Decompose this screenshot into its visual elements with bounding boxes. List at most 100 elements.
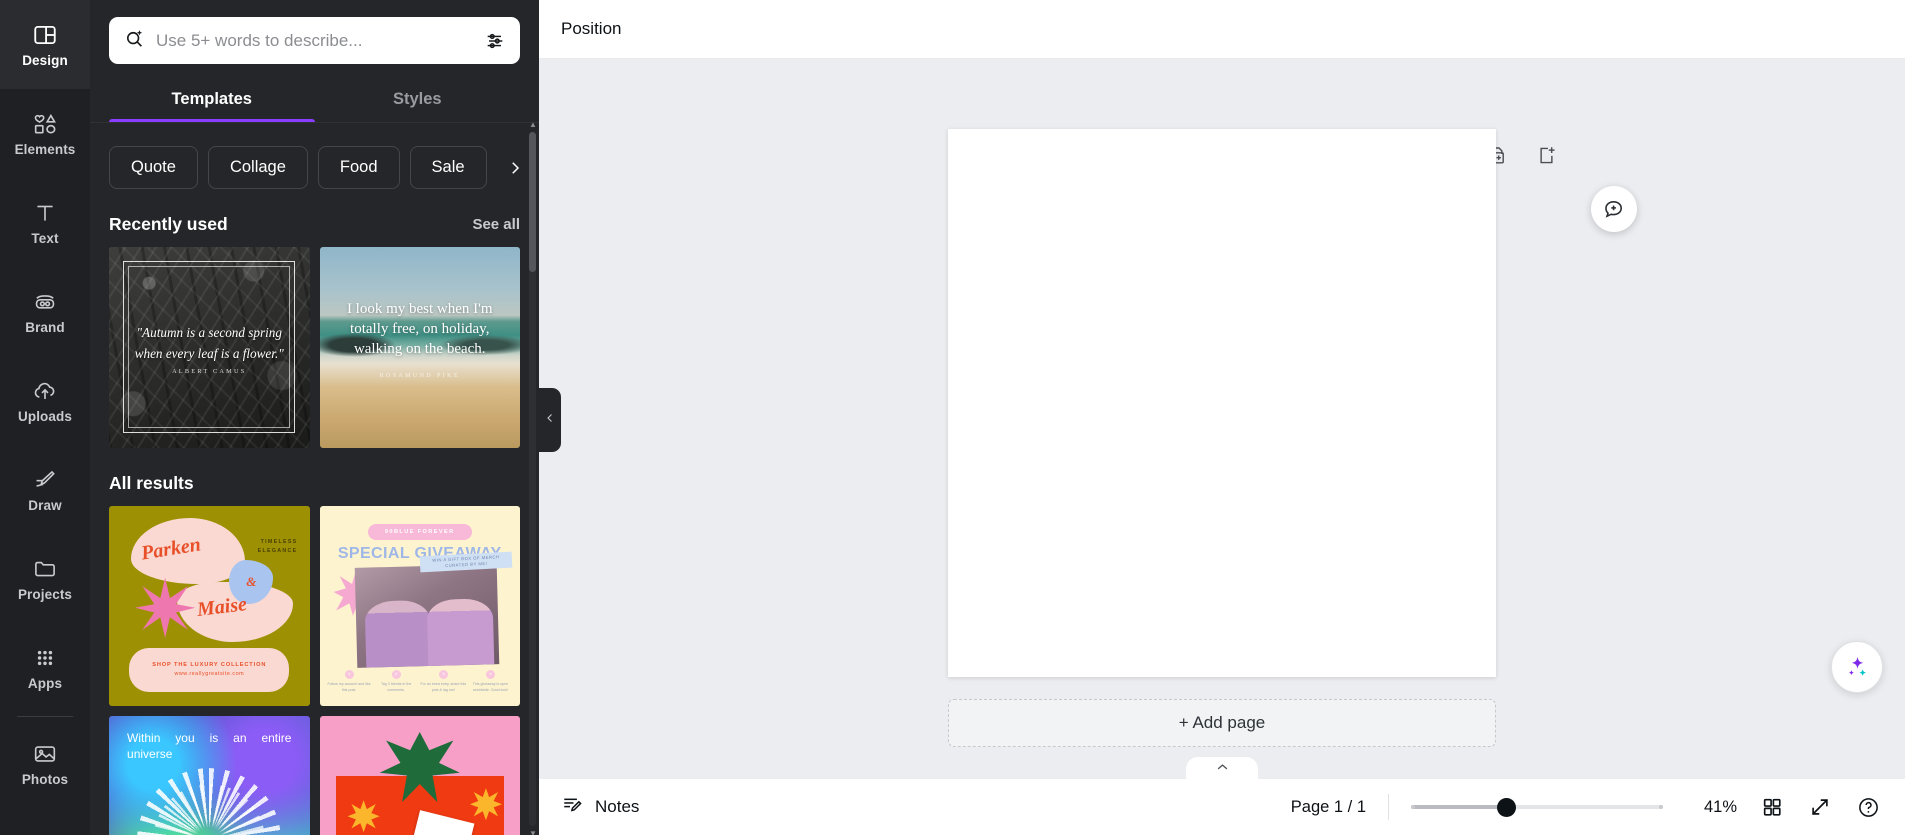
grid-apps-icon [32, 645, 58, 671]
sidebar-item-text[interactable]: Text [0, 178, 90, 267]
person-left [363, 599, 431, 668]
sidebar-item-draw[interactable]: Draw [0, 445, 90, 534]
sidebar-label-photos: Photos [21, 771, 69, 787]
magic-sparkle-icon[interactable] [1831, 641, 1883, 693]
sun-burst-shape [347, 800, 380, 833]
universe-quote-text: Within you is an entire universe [127, 731, 292, 762]
magic-search-icon [123, 27, 146, 55]
chip-sale[interactable]: Sale [409, 146, 487, 189]
help-circle-icon[interactable] [1855, 794, 1881, 820]
search-box[interactable] [109, 17, 520, 64]
add-page-button[interactable]: + Add page [948, 699, 1496, 747]
left-rail: Design Elements Text Brand Uploads Draw … [0, 0, 90, 835]
giveaway-photo [354, 563, 500, 668]
universe-quote-template[interactable]: Within you is an entire universe [109, 716, 310, 835]
all-results-header: All results [109, 473, 520, 494]
page-tools [1485, 144, 1559, 168]
notes-collapse-handle[interactable] [1186, 757, 1258, 779]
panel-scroll-region: Quote Collage Food Sale Recently used Se… [90, 129, 539, 835]
autumn-quote-template[interactable]: "Autumn is a second spring when every le… [109, 247, 310, 448]
step-text: Tag 3 friends in the comments. [381, 681, 412, 693]
notes-pencil-icon [561, 793, 584, 821]
add-page-label: + Add page [1178, 713, 1266, 732]
notes-button[interactable]: Notes [561, 793, 639, 821]
brand-tagline: TIMELESS ELEGANCE [257, 538, 298, 554]
fullscreen-icon[interactable] [1807, 794, 1833, 820]
editor-bottombar: Notes Page 1 / 1 41% [539, 779, 1905, 835]
brand-footer-line2: www.reallygreatsite.com [174, 671, 245, 678]
zoom-value[interactable]: 41% [1685, 798, 1737, 817]
sidebar-label-projects: Projects [17, 586, 73, 602]
see-all-link[interactable]: See all [472, 216, 520, 233]
draw-icon [32, 467, 58, 493]
editor-area: Position + Add page Notes Page 1 / 1 41% [539, 0, 1905, 835]
sidebar-item-uploads[interactable]: Uploads [0, 356, 90, 445]
chip-collage[interactable]: Collage [207, 146, 308, 189]
rail-divider [17, 716, 73, 717]
all-results-title: All results [109, 472, 194, 493]
zoom-max-dot [1659, 805, 1663, 809]
sidebar-label-draw: Draw [28, 497, 62, 513]
canva-editor-app: Design Elements Text Brand Uploads Draw … [0, 0, 1905, 835]
sidebar-item-elements[interactable]: Elements [0, 89, 90, 178]
position-label[interactable]: Position [561, 19, 621, 39]
chip-quote[interactable]: Quote [109, 146, 198, 189]
sidebar-item-design[interactable]: Design [0, 0, 90, 89]
beach-quote-template[interactable]: I look my best when I'm totally free, on… [319, 247, 520, 448]
sidebar-label-apps: Apps [27, 675, 63, 691]
sidebar-item-apps[interactable]: Apps [0, 623, 90, 712]
comment-add-icon[interactable] [1591, 186, 1637, 232]
step-number: 2 [391, 669, 401, 679]
step-text: This giveaway is open worldwide. Good lu… [472, 681, 509, 693]
panel-scrollbar-thumb[interactable] [529, 132, 536, 272]
panel-scrollbar[interactable]: ▲ ▼ [529, 120, 537, 835]
step-text: For an extra entry, share this post & ta… [420, 681, 467, 693]
chevron-right-icon[interactable] [497, 146, 533, 189]
grid-view-icon[interactable] [1759, 794, 1785, 820]
upload-icon [32, 378, 58, 404]
parken-maise-template[interactable]: Parken & Maise TIMELESS ELEGANCE SHOP TH… [109, 505, 310, 706]
sidebar-label-design: Design [22, 52, 68, 68]
gift-box-template[interactable]: Hi, A gift for you, just for you! [319, 716, 520, 835]
person-right [426, 598, 494, 666]
search-input[interactable] [156, 17, 470, 64]
sidebar-label-elements: Elements [14, 141, 76, 157]
chip-food[interactable]: Food [317, 146, 400, 189]
notes-label: Notes [595, 797, 640, 816]
bottombar-right: Page 1 / 1 41% [1291, 794, 1881, 820]
chip-quote-label: Quote [131, 158, 176, 176]
beach-quote-text: I look my best when I'm totally free, on… [346, 301, 493, 358]
sidebar-item-projects[interactable]: Projects [0, 534, 90, 623]
panel-tabs: Templates Styles [90, 77, 539, 122]
special-giveaway-template[interactable]: 90BLUE FOREVER SPECIAL GIVEAWAY WIN A GI… [319, 505, 520, 706]
zoom-knob[interactable] [1496, 797, 1516, 817]
scroll-up-icon[interactable]: ▲ [529, 120, 537, 129]
text-icon [32, 200, 58, 226]
bottombar-divider [1388, 794, 1389, 820]
search-area [90, 0, 539, 64]
tab-templates[interactable]: Templates [109, 77, 315, 122]
tab-styles[interactable]: Styles [315, 77, 521, 122]
sidebar-item-photos[interactable]: Photos [0, 719, 90, 808]
editor-topbar: Position [539, 0, 1905, 59]
sidebar-item-brand[interactable]: Brand [0, 267, 90, 356]
panel-collapse-handle[interactable] [539, 388, 561, 452]
recently-used-header: Recently used See all [109, 214, 520, 235]
sliders-filter-icon[interactable] [480, 26, 510, 56]
zoom-slider[interactable] [1411, 797, 1663, 817]
zoom-fill [1411, 805, 1507, 809]
chevron-left-icon [544, 411, 556, 429]
autumn-quote-text: "Autumn is a second spring when every le… [134, 325, 284, 361]
photos-icon [32, 741, 58, 767]
sidebar-label-text: Text [31, 230, 59, 246]
sidebar-label-uploads: Uploads [18, 408, 72, 424]
recently-used-grid: "Autumn is a second spring when every le… [109, 247, 520, 448]
giveaway-steps: 1 Follow my account and like this post. … [326, 669, 515, 700]
sun-burst-shape [469, 788, 502, 821]
scroll-down-icon[interactable]: ▼ [529, 829, 537, 835]
step-text: Follow my account and like this post. [327, 681, 371, 693]
chip-food-label: Food [339, 158, 378, 176]
canvas-area[interactable]: + Add page [539, 59, 1905, 779]
add-page-icon[interactable] [1535, 144, 1559, 168]
design-page-canvas[interactable] [948, 129, 1496, 677]
